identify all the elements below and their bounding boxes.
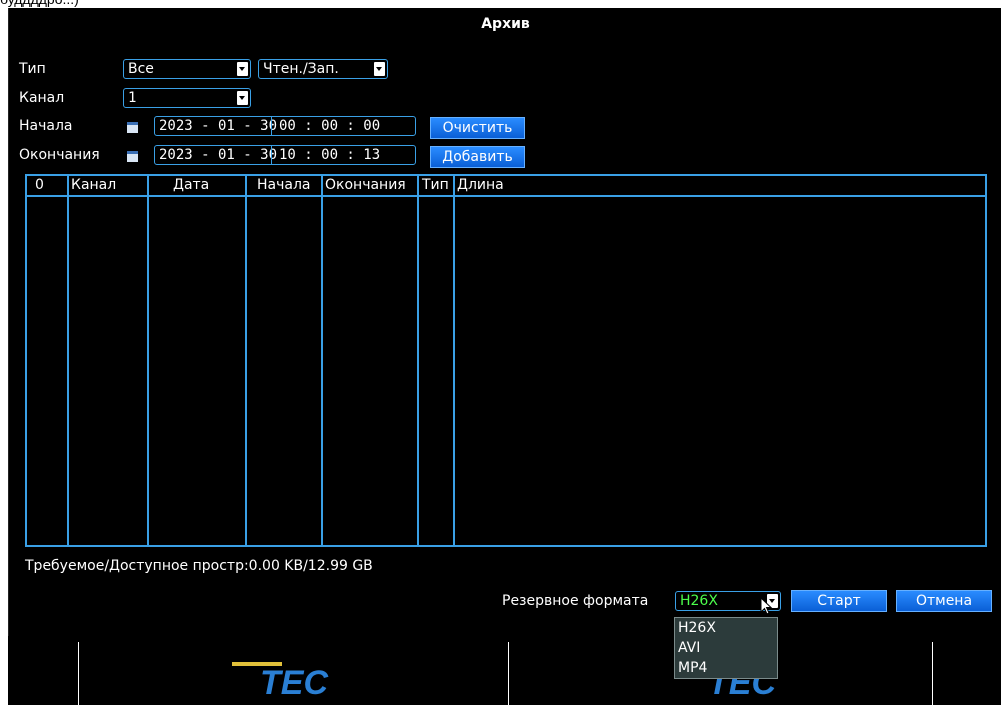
cropped-text: буддддро...) xyxy=(0,0,79,7)
backup-format-label: Резервное формата xyxy=(502,593,649,609)
mode-select-value: Чтен./Зап. xyxy=(263,61,339,77)
clear-button[interactable]: Очистить xyxy=(430,117,525,139)
chevron-down-icon[interactable] xyxy=(374,62,385,76)
panel-divider xyxy=(932,642,933,705)
dropdown-option[interactable]: AVI xyxy=(675,638,777,658)
mouse-cursor-icon xyxy=(760,597,773,615)
type-select-value: Все xyxy=(128,61,154,77)
end-date[interactable]: 2023 - 01 - 30 xyxy=(159,147,277,163)
panel-divider xyxy=(78,642,79,705)
backup-format-value: H26X xyxy=(680,593,718,609)
type-select[interactable]: Все xyxy=(123,59,251,79)
end-datetime-field[interactable]: 2023 - 01 - 30 10 : 00 : 13 xyxy=(154,145,416,165)
column-header-index[interactable]: 0 xyxy=(35,176,44,194)
logo-text: TEC xyxy=(260,664,328,702)
column-header-length[interactable]: Длина xyxy=(457,176,504,194)
start-datetime-field[interactable]: 2023 - 01 - 30 00 : 00 : 00 xyxy=(154,116,416,136)
header-divider xyxy=(27,195,985,197)
column-divider xyxy=(147,176,149,545)
dropdown-option[interactable]: H26X xyxy=(675,618,777,638)
panel-divider xyxy=(508,642,509,705)
channel-label: Канал xyxy=(19,90,65,106)
backup-format-dropdown[interactable]: H26X AVI MP4 xyxy=(674,617,778,679)
channel-select[interactable]: 1 xyxy=(123,88,251,108)
column-divider xyxy=(245,176,247,545)
bottom-panel: TEC TEC xyxy=(8,636,1001,705)
start-label: Начала xyxy=(19,118,73,134)
field-divider xyxy=(271,117,272,135)
chevron-down-icon[interactable] xyxy=(237,91,248,105)
storage-status: Требуемое/Доступное простр:0.00 KB/12.99… xyxy=(25,558,373,574)
end-time[interactable]: 10 : 00 : 13 xyxy=(279,146,380,164)
start-button[interactable]: Старт xyxy=(791,590,887,612)
calendar-icon[interactable] xyxy=(127,122,138,133)
column-header-channel[interactable]: Канал xyxy=(71,176,116,194)
column-header-start[interactable]: Начала xyxy=(257,176,310,194)
top-strip: буддддро...) xyxy=(0,0,1001,8)
archive-window: Архив Тип Все Чтен./Зап. Канал 1 Начала … xyxy=(8,8,1001,636)
logo-arrow-icon xyxy=(232,662,282,666)
brand-logo: TEC xyxy=(232,662,328,703)
cancel-button[interactable]: Отмена xyxy=(896,590,992,612)
column-header-type[interactable]: Тип xyxy=(422,176,449,194)
chevron-down-icon[interactable] xyxy=(237,62,248,76)
column-header-date[interactable]: Дата xyxy=(173,176,209,194)
results-table[interactable]: 0 Канал Дата Начала Окончания Тип Длина xyxy=(25,174,987,547)
add-button[interactable]: Добавить xyxy=(430,146,525,168)
mode-select[interactable]: Чтен./Зап. xyxy=(258,59,388,79)
window-title: Архив xyxy=(481,16,530,32)
end-label: Окончания xyxy=(19,147,100,163)
calendar-icon[interactable] xyxy=(127,151,138,162)
column-divider xyxy=(453,176,455,545)
column-divider xyxy=(321,176,323,545)
start-time[interactable]: 00 : 00 : 00 xyxy=(279,117,380,135)
column-header-end[interactable]: Окончания xyxy=(325,176,406,194)
column-divider xyxy=(67,176,69,545)
dropdown-option[interactable]: MP4 xyxy=(675,658,777,678)
start-date[interactable]: 2023 - 01 - 30 xyxy=(159,118,277,134)
channel-select-value: 1 xyxy=(128,90,137,106)
type-label: Тип xyxy=(19,61,46,77)
field-divider xyxy=(271,146,272,164)
column-divider xyxy=(417,176,419,545)
